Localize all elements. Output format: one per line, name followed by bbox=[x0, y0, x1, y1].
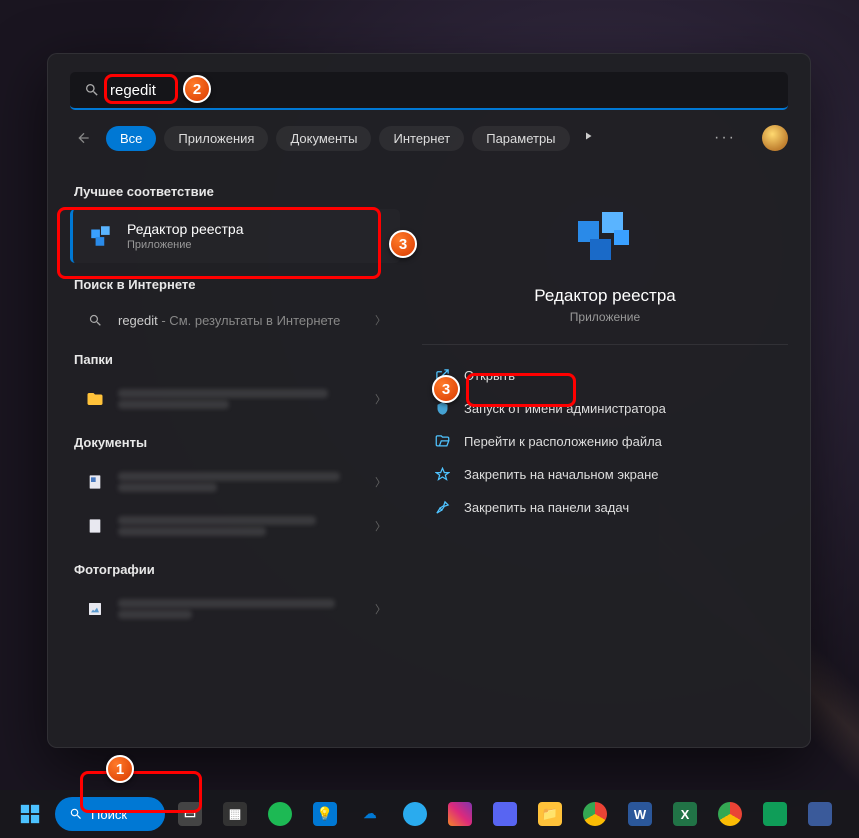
back-button[interactable] bbox=[70, 124, 98, 152]
section-photos: Фотографии bbox=[74, 562, 400, 577]
web-result-suffix: - См. результаты в Интернете bbox=[158, 313, 341, 328]
taskbar: Поиск ▭ ▦ 💡 ☁ 📁 W X bbox=[0, 790, 859, 838]
filter-documents[interactable]: Документы bbox=[276, 126, 371, 151]
filter-settings[interactable]: Параметры bbox=[472, 126, 569, 151]
taskbar-app-explorer[interactable]: 📁 bbox=[530, 794, 570, 834]
section-best-match: Лучшее соответствие bbox=[74, 184, 400, 199]
taskbar-app-generic2[interactable] bbox=[800, 794, 840, 834]
chevron-right-icon: 〉 bbox=[375, 312, 386, 328]
action-run-as-admin[interactable]: Запуск от имени администратора bbox=[422, 392, 788, 425]
action-pin-start-label: Закрепить на начальном экране bbox=[464, 467, 659, 482]
document-result-item[interactable]: 〉 bbox=[70, 460, 400, 504]
filter-row: Все Приложения Документы Интернет Параме… bbox=[48, 110, 810, 162]
preview-pane: Редактор реестра Приложение Открыть Запу… bbox=[400, 162, 810, 735]
section-folders: Папки bbox=[74, 352, 400, 367]
taskbar-app-instagram[interactable] bbox=[440, 794, 480, 834]
preview-title: Редактор реестра bbox=[422, 286, 788, 306]
action-open[interactable]: Открыть bbox=[422, 359, 788, 392]
taskbar-app-calculator[interactable]: ▦ bbox=[215, 794, 255, 834]
taskbar-search-label: Поиск bbox=[91, 807, 127, 822]
taskbar-app-taskview[interactable]: ▭ bbox=[170, 794, 210, 834]
chevron-right-icon: 〉 bbox=[375, 474, 386, 490]
start-button[interactable] bbox=[10, 794, 50, 834]
preview-subtitle: Приложение bbox=[422, 310, 788, 324]
search-input[interactable] bbox=[110, 82, 774, 99]
search-bar[interactable] bbox=[70, 72, 788, 110]
web-result-query: regedit bbox=[118, 313, 158, 328]
search-icon bbox=[84, 82, 100, 98]
best-match-subtitle: Приложение bbox=[127, 239, 244, 251]
taskbar-app-tips[interactable]: 💡 bbox=[305, 794, 345, 834]
action-pin-taskbar[interactable]: Закрепить на панели задач bbox=[422, 491, 788, 524]
image-icon bbox=[84, 601, 106, 617]
document-icon bbox=[84, 518, 106, 534]
action-location-label: Перейти к расположению файла bbox=[464, 434, 662, 449]
shield-icon bbox=[432, 401, 452, 416]
user-avatar[interactable] bbox=[762, 125, 788, 151]
folder-result-item[interactable]: 〉 bbox=[70, 377, 400, 421]
action-open-label: Открыть bbox=[464, 368, 515, 383]
folder-open-icon bbox=[432, 434, 452, 449]
action-pin-taskbar-label: Закрепить на панели задач bbox=[464, 500, 629, 515]
taskbar-app-word[interactable]: W bbox=[620, 794, 660, 834]
document-icon bbox=[84, 474, 106, 490]
filter-more-scroll[interactable] bbox=[582, 129, 594, 147]
taskbar-search-button[interactable]: Поиск bbox=[55, 797, 165, 831]
taskbar-app-onedrive[interactable]: ☁ bbox=[350, 794, 390, 834]
results-column: Лучшее соответствие Редактор реестра При… bbox=[48, 162, 400, 735]
chevron-right-icon: 〉 bbox=[375, 391, 386, 407]
section-documents: Документы bbox=[74, 435, 400, 450]
pin-icon bbox=[432, 500, 452, 515]
filter-all[interactable]: Все bbox=[106, 126, 156, 151]
search-icon bbox=[84, 313, 106, 328]
photo-result-item[interactable]: 〉 bbox=[70, 587, 400, 631]
taskbar-app-sheets[interactable] bbox=[755, 794, 795, 834]
taskbar-app-generic1[interactable] bbox=[485, 794, 525, 834]
best-match-title: Редактор реестра bbox=[127, 221, 244, 237]
divider bbox=[422, 344, 788, 345]
action-admin-label: Запуск от имени администратора bbox=[464, 401, 666, 416]
taskbar-app-spotify[interactable] bbox=[260, 794, 300, 834]
web-search-item[interactable]: regedit - См. результаты в Интернете 〉 bbox=[70, 302, 400, 338]
chevron-right-icon: 〉 bbox=[375, 601, 386, 617]
regedit-icon bbox=[87, 222, 115, 250]
taskbar-app-chrome2[interactable] bbox=[710, 794, 750, 834]
preview-app-icon bbox=[569, 200, 641, 272]
filter-apps[interactable]: Приложения bbox=[164, 126, 268, 151]
search-panel: Все Приложения Документы Интернет Параме… bbox=[47, 53, 811, 748]
document-result-item[interactable]: 〉 bbox=[70, 504, 400, 548]
taskbar-app-chrome[interactable] bbox=[575, 794, 615, 834]
section-web-search: Поиск в Интернете bbox=[74, 277, 400, 292]
filter-internet[interactable]: Интернет bbox=[379, 126, 464, 151]
taskbar-app-excel[interactable]: X bbox=[665, 794, 705, 834]
action-pin-start[interactable]: Закрепить на начальном экране bbox=[422, 458, 788, 491]
pin-icon bbox=[432, 467, 452, 482]
taskbar-app-telegram[interactable] bbox=[395, 794, 435, 834]
best-match-item[interactable]: Редактор реестра Приложение bbox=[70, 209, 400, 263]
chevron-right-icon: 〉 bbox=[375, 518, 386, 534]
action-open-location[interactable]: Перейти к расположению файла bbox=[422, 425, 788, 458]
folder-icon bbox=[84, 390, 106, 408]
more-options-button[interactable]: ··· bbox=[706, 125, 744, 151]
open-icon bbox=[432, 368, 452, 383]
